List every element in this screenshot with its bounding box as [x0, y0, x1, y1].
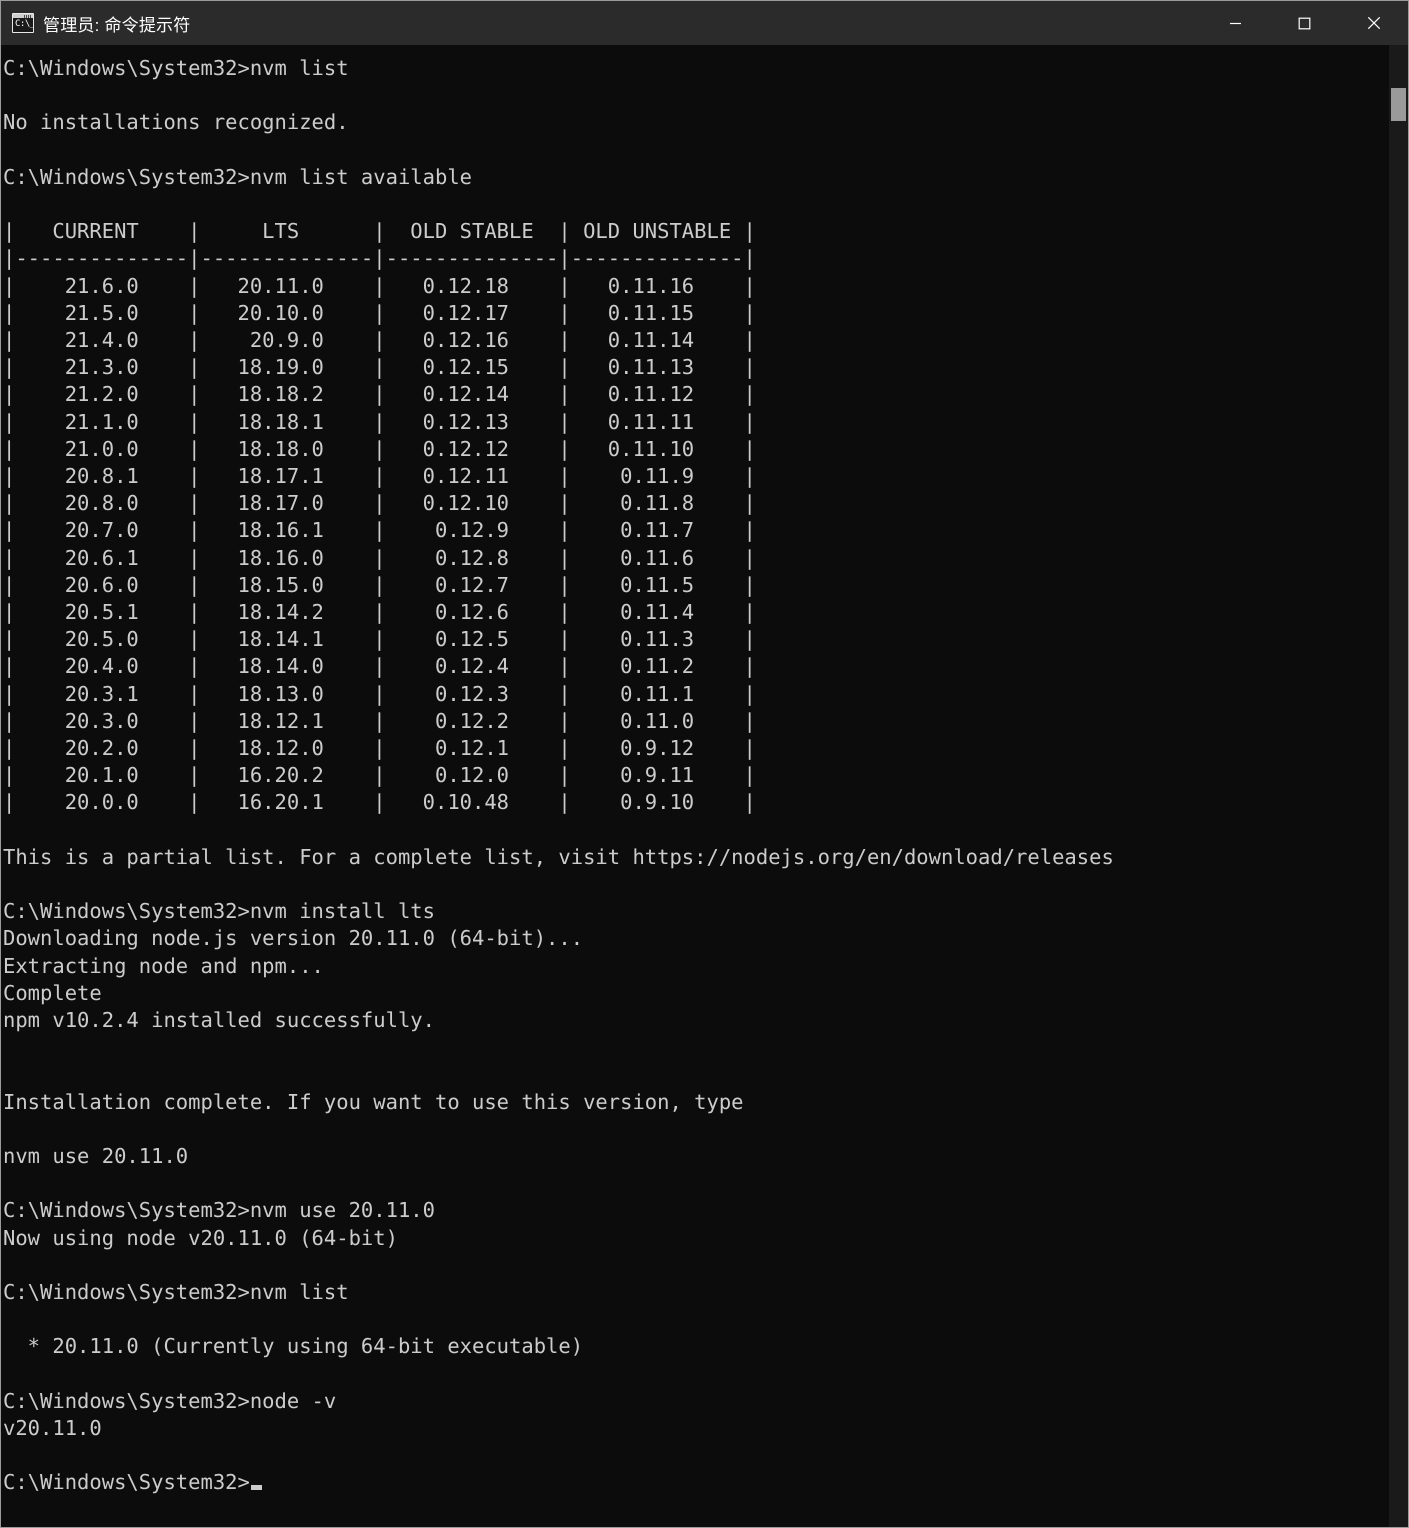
terminal-line: | 21.4.0 | 20.9.0 | 0.12.16 | 0.11.14 |	[3, 327, 756, 352]
terminal-line: | 20.6.1 | 18.16.0 | 0.12.8 | 0.11.6 |	[3, 545, 756, 570]
terminal-line: Extracting node and npm...	[3, 953, 324, 978]
terminal-line: | 20.5.1 | 18.14.2 | 0.12.6 | 0.11.4 |	[3, 600, 756, 625]
window-controls	[1201, 1, 1408, 45]
terminal-line: * 20.11.0 (Currently using 64-bit execut…	[3, 1334, 584, 1359]
terminal-line: C:\Windows\System32>nvm use 20.11.0	[3, 1198, 435, 1223]
terminal-line: This is a partial list. For a complete l…	[3, 844, 1114, 869]
terminal-line: | 21.2.0 | 18.18.2 | 0.12.14 | 0.11.12 |	[3, 382, 756, 407]
maximize-icon	[1298, 17, 1311, 29]
terminal-line: | 20.2.0 | 18.12.0 | 0.12.1 | 0.9.12 |	[3, 736, 756, 761]
terminal-line: | 20.7.0 | 18.16.1 | 0.12.9 | 0.11.7 |	[3, 518, 756, 543]
scrollbar-thumb[interactable]	[1391, 88, 1406, 121]
close-icon	[1367, 16, 1380, 30]
command-prompt-window: C:\_ 管理员: 命令提示符 C:\Windows\System32>nvm …	[0, 0, 1409, 1528]
terminal-line: C:\Windows\System32>	[3, 1469, 1114, 1496]
terminal-line: Complete	[3, 980, 102, 1005]
terminal-line: Downloading node.js version 20.11.0 (64-…	[3, 926, 584, 951]
terminal-line: C:\Windows\System32>nvm list	[3, 1279, 349, 1304]
terminal-line: | 20.0.0 | 16.20.1 | 0.10.48 | 0.9.10 |	[3, 790, 756, 815]
terminal-line: | 21.6.0 | 20.11.0 | 0.12.18 | 0.11.16 |	[3, 273, 756, 298]
terminal-line: No installations recognized.	[3, 110, 349, 135]
title-bar-left: C:\_ 管理员: 命令提示符	[1, 1, 190, 45]
terminal-line: | 20.3.0 | 18.12.1 | 0.12.2 | 0.11.0 |	[3, 708, 756, 733]
terminal-line: | 21.0.0 | 18.18.0 | 0.12.12 | 0.11.10 |	[3, 436, 756, 461]
terminal-line: C:\Windows\System32>nvm list	[3, 56, 349, 80]
terminal-line: C:\Windows\System32>node -v	[3, 1388, 337, 1413]
cmd-icon-glyph: C:\_	[15, 19, 34, 29]
text-cursor	[250, 1485, 262, 1491]
terminal-line: | 20.4.0 | 18.14.0 | 0.12.4 | 0.11.2 |	[3, 654, 756, 679]
terminal-line: | 20.5.0 | 18.14.1 | 0.12.5 | 0.11.3 |	[3, 627, 756, 652]
terminal-line: | 20.8.1 | 18.17.1 | 0.12.11 | 0.11.9 |	[3, 464, 756, 488]
terminal-line: | 21.3.0 | 18.19.0 | 0.12.15 | 0.11.13 |	[3, 355, 756, 380]
terminal-line: | CURRENT | LTS | OLD STABLE | OLD UNSTA…	[3, 219, 756, 244]
terminal-area[interactable]: C:\Windows\System32>nvm list No installat…	[1, 45, 1408, 1527]
title-bar[interactable]: C:\_ 管理员: 命令提示符	[1, 1, 1408, 45]
terminal-line: v20.11.0	[3, 1415, 102, 1440]
terminal-line: nvm use 20.11.0	[3, 1144, 189, 1168]
close-button[interactable]	[1339, 1, 1408, 45]
terminal-line: C:\Windows\System32>nvm install lts	[3, 899, 435, 924]
terminal-line: Now using node v20.11.0 (64-bit)	[3, 1225, 398, 1250]
vertical-scrollbar[interactable]	[1389, 45, 1408, 1527]
window-title: 管理员: 命令提示符	[43, 15, 191, 35]
cmd-icon: C:\_	[12, 13, 34, 33]
minimize-icon	[1230, 22, 1241, 24]
terminal-line: | 21.1.0 | 18.18.1 | 0.12.13 | 0.11.11 |	[3, 409, 756, 434]
minimize-button[interactable]	[1201, 1, 1270, 45]
terminal-line: npm v10.2.4 installed successfully.	[3, 1008, 435, 1033]
terminal-line: | 21.5.0 | 20.10.0 | 0.12.17 | 0.11.15 |	[3, 300, 756, 325]
terminal-line: |--------------|--------------|---------…	[3, 246, 756, 271]
terminal-line: | 20.8.0 | 18.17.0 | 0.12.10 | 0.11.8 |	[3, 491, 756, 516]
terminal-line: C:\Windows\System32>nvm list available	[3, 164, 472, 189]
terminal-output: C:\Windows\System32>nvm list No installat…	[1, 45, 1114, 1497]
terminal-line: | 20.3.1 | 18.13.0 | 0.12.3 | 0.11.1 |	[3, 681, 756, 706]
terminal-line: | 20.6.0 | 18.15.0 | 0.12.7 | 0.11.5 |	[3, 572, 756, 597]
terminal-line: | 20.1.0 | 16.20.2 | 0.12.0 | 0.9.11 |	[3, 763, 756, 788]
cmd-icon-dots	[24, 14, 32, 18]
terminal-line: Installation complete. If you want to us…	[3, 1089, 744, 1114]
maximize-button[interactable]	[1270, 1, 1339, 45]
